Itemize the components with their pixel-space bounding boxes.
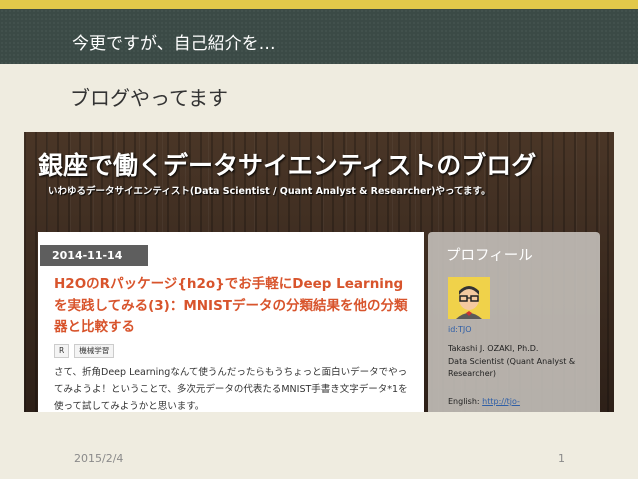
post-date: 2014-11-14 bbox=[40, 245, 148, 266]
profile-heading: プロフィール bbox=[446, 248, 533, 264]
post-title-link[interactable]: H2OのRパッケージ{h2o}でお手軽にDeep Learningを実践してみる… bbox=[54, 274, 414, 339]
blog-tagline: いわゆるデータサイエンティスト(Data Scientist / Quant A… bbox=[48, 186, 491, 197]
post-tags: R 機械学習 bbox=[54, 344, 115, 358]
tag-machine-learning[interactable]: 機械学習 bbox=[74, 344, 115, 358]
page-number: 1 bbox=[558, 452, 565, 465]
post-card: 2014-11-14 H2OのRパッケージ{h2o}でお手軽にDeep Lear… bbox=[38, 232, 424, 412]
accent-band bbox=[0, 0, 638, 9]
post-excerpt: さて、折角Deep Learningなんて使うんだったらもうちょっと面白いデータ… bbox=[54, 367, 408, 412]
profile-english: English: http://tjo- bbox=[448, 397, 520, 406]
profile-sidebar: プロフィール id:TJO Takashi J. OZAKI, Ph.D. Da… bbox=[428, 232, 600, 412]
avatar[interactable] bbox=[448, 277, 490, 319]
avatar-icon bbox=[448, 277, 490, 319]
tag-r[interactable]: R bbox=[54, 344, 70, 358]
slide-subtitle: ブログやってます bbox=[70, 86, 228, 110]
english-label: English: bbox=[448, 397, 480, 406]
profile-info: Takashi J. OZAKI, Ph.D. Data Scientist (… bbox=[448, 343, 598, 381]
english-link[interactable]: http://tjo- bbox=[482, 397, 520, 406]
footer-date: 2015/2/4 bbox=[74, 452, 124, 465]
slide-title: 今更ですが、自己紹介を… bbox=[72, 34, 276, 54]
blog-screenshot: 銀座で働くデータサイエンティストのブログ いわゆるデータサイエンティスト(Dat… bbox=[24, 132, 614, 412]
profile-role-cont: Researcher) bbox=[448, 369, 497, 378]
profile-name: Takashi J. OZAKI, Ph.D. bbox=[448, 344, 539, 353]
profile-role: Data Scientist (Quant Analyst & bbox=[448, 356, 576, 366]
blog-title[interactable]: 銀座で働くデータサイエンティストのブログ bbox=[38, 146, 536, 182]
slide-header-band: 今更ですが、自己紹介を… bbox=[0, 9, 638, 64]
profile-id-link[interactable]: id:TJO bbox=[448, 325, 472, 334]
